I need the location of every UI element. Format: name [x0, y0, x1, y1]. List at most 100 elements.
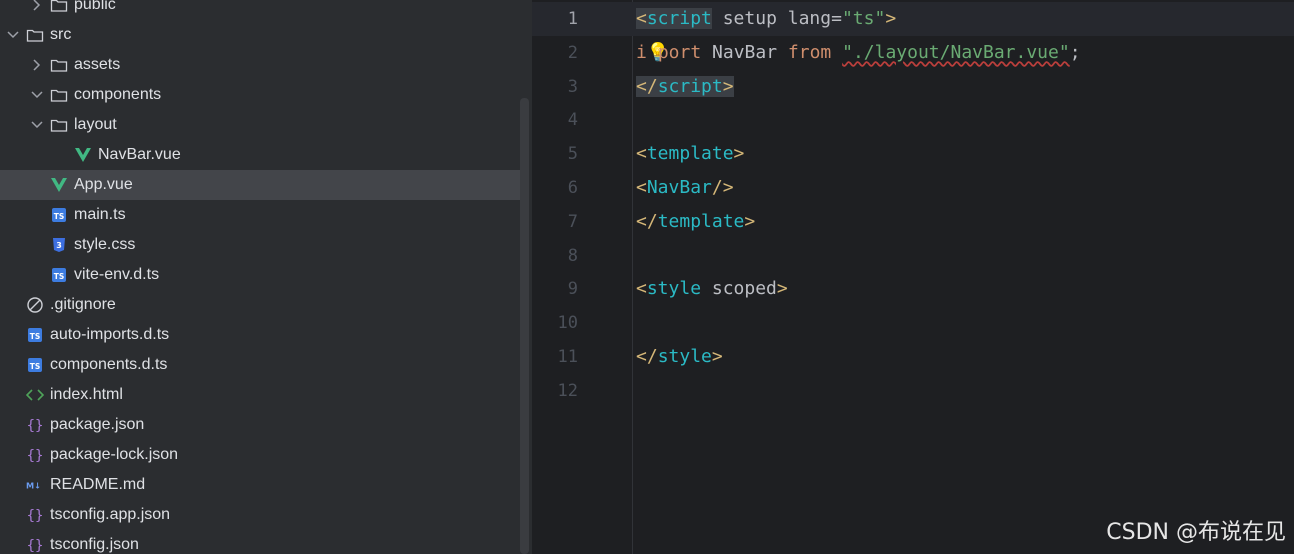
code-line[interactable]: 6 <NavBar/>	[532, 171, 1294, 205]
tree-item-label: src	[50, 26, 72, 43]
tree-item-vite-env-d-ts[interactable]: TS vite-env.d.ts	[0, 260, 520, 290]
code-text[interactable]: i💡port NavBar from "./layout/NavBar.vue"…	[636, 42, 1081, 64]
svg-text:M↓: M↓	[26, 480, 41, 490]
json-file-icon: {}	[26, 416, 44, 434]
tree-item-label: public	[74, 0, 116, 13]
code-line[interactable]: 3 </script>	[532, 70, 1294, 104]
tree-item-label: tsconfig.app.json	[50, 506, 171, 523]
line-number: 3	[567, 76, 578, 97]
tree-item-package-json[interactable]: {} package.json	[0, 410, 520, 440]
code-token: <	[636, 8, 647, 29]
tree-item-label: auto-imports.d.ts	[50, 326, 170, 343]
svg-text:{}: {}	[27, 508, 44, 524]
tree-item-tsconfig-app-json[interactable]: {} tsconfig.app.json	[0, 500, 520, 530]
code-text[interactable]: <template>	[636, 143, 744, 165]
line-number: 12	[557, 380, 578, 401]
code-token: ;	[1069, 41, 1081, 63]
folder-icon	[26, 26, 44, 44]
tree-item-index-html[interactable]: index.html	[0, 380, 520, 410]
code-line[interactable]: 5 <template>	[532, 137, 1294, 171]
code-line[interactable]: 9 <style scoped>	[532, 272, 1294, 306]
tree-item-tsconfig-json[interactable]: {} tsconfig.json	[0, 530, 520, 554]
tree-item-auto-imports-d-ts[interactable]: TS auto-imports.d.ts	[0, 320, 520, 350]
chevron-down-icon[interactable]	[30, 88, 44, 102]
tree-item-label: package-lock.json	[50, 446, 179, 463]
project-tree[interactable]: public src assets components layout NavBar.vu…	[0, 0, 520, 554]
tree-item-label: vite-env.d.ts	[74, 266, 160, 283]
code-line[interactable]: 8	[532, 239, 1294, 273]
code-line[interactable]: 4	[532, 103, 1294, 137]
tree-item-label: NavBar.vue	[98, 146, 181, 163]
svg-text:{}: {}	[27, 448, 44, 464]
tree-item-gitignore[interactable]: .gitignore	[0, 290, 520, 320]
project-tree-scrollbar-thumb[interactable]	[520, 98, 529, 554]
tree-item-main-ts[interactable]: TS main.ts	[0, 200, 520, 230]
folder-icon	[50, 56, 68, 74]
code-text[interactable]: <script setup lang="ts">	[636, 8, 896, 30]
code-text[interactable]: </template>	[636, 211, 755, 233]
code-token: from	[787, 41, 832, 63]
code-line[interactable]: 11 </style>	[532, 340, 1294, 374]
tree-item-src[interactable]: src	[0, 20, 520, 50]
code-token: <	[636, 278, 647, 300]
code-text[interactable]: </style>	[636, 346, 723, 368]
code-token: >	[776, 278, 788, 300]
code-text[interactable]: </script>	[636, 75, 734, 98]
code-line[interactable]: 7 </template>	[532, 205, 1294, 239]
code-line[interactable]: 10	[532, 306, 1294, 340]
code-token: >	[711, 346, 723, 367]
code-token: style	[646, 278, 702, 300]
lightbulb-icon[interactable]: 💡	[647, 42, 669, 64]
code-token: template	[646, 143, 734, 165]
tree-item-public[interactable]: public	[0, 0, 520, 20]
css-file-icon: 3	[50, 236, 68, 254]
tree-item-label: .gitignore	[50, 296, 116, 313]
code-editor[interactable]: 1 <script setup lang="ts"> 2 i💡port NavBar …	[532, 0, 1294, 554]
code-line[interactable]: 12	[532, 374, 1294, 408]
code-token: scoped	[711, 278, 777, 300]
code-text[interactable]: <style scoped>	[636, 278, 788, 300]
line-number: 4	[567, 110, 578, 131]
line-number: 5	[567, 144, 578, 165]
code-token: </	[636, 75, 658, 97]
tree-item-label: style.css	[74, 236, 136, 253]
gitignore-icon	[26, 296, 44, 314]
tree-item-label: layout	[74, 116, 117, 133]
code-text[interactable]: <NavBar/>	[636, 177, 734, 199]
svg-text:TS: TS	[54, 212, 65, 221]
code-line[interactable]: 1 <script setup lang="ts">	[532, 2, 1294, 36]
chevron-right-icon[interactable]	[30, 0, 44, 12]
chevron-right-icon[interactable]	[30, 58, 44, 72]
code-line[interactable]: 2 i💡port NavBar from "./layout/NavBar.vue…	[532, 36, 1294, 70]
code-token: NavBar	[646, 177, 712, 198]
code-token: i	[636, 41, 647, 63]
tree-item-readme-md[interactable]: M↓ README.md	[0, 470, 520, 500]
svg-text:3: 3	[56, 241, 62, 250]
tree-item-layout[interactable]: layout	[0, 110, 520, 140]
code-token: "./layout/NavBar.vue"	[842, 41, 1070, 63]
code-token: </	[636, 346, 658, 367]
tree-item-app-vue[interactable]: App.vue	[0, 170, 520, 200]
tree-item-label: components.d.ts	[50, 356, 168, 373]
tree-item-label: index.html	[50, 386, 123, 403]
tree-item-label: assets	[74, 56, 121, 73]
tree-item-assets[interactable]: assets	[0, 50, 520, 80]
chevron-down-icon[interactable]	[30, 118, 44, 132]
tree-item-package-lock-json[interactable]: {} package-lock.json	[0, 440, 520, 470]
code-token: template	[657, 210, 745, 232]
tree-item-navbar-vue[interactable]: NavBar.vue	[0, 140, 520, 170]
tree-item-components-d-ts[interactable]: TS components.d.ts	[0, 350, 520, 380]
chevron-down-icon[interactable]	[6, 28, 20, 42]
tree-item-components[interactable]: components	[0, 80, 520, 110]
json-file-icon: {}	[26, 506, 44, 524]
tree-item-style-css[interactable]: 3 style.css	[0, 230, 520, 260]
